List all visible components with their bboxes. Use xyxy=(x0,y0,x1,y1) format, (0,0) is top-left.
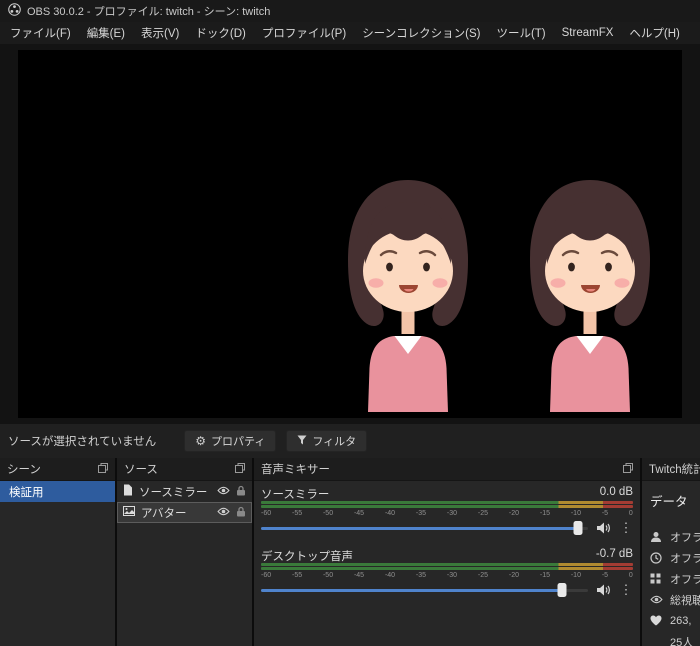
person-icon xyxy=(650,531,663,543)
audio-mixer-dock: 音声ミキサー ソースミラー 0.0 dB -60 -55 -50 -45 -40… xyxy=(254,458,640,646)
volume-slider-handle[interactable] xyxy=(557,583,567,597)
bottom-docks: シーン 検証用 ソース ソースミラー アバター 音声ミキサー ソースミラー 0.… xyxy=(0,458,700,646)
source-control-bar: ソースが選択されていません ⚙ プロパティ フィルタ xyxy=(0,424,700,458)
channel-db-value: 0.0 dB xyxy=(599,486,633,498)
channel-menu-dots-icon[interactable]: ⋮ xyxy=(619,520,633,536)
stat-row-uptime: オフライン xyxy=(650,547,700,568)
volume-slider-handle[interactable] xyxy=(573,521,583,535)
canvas-art xyxy=(346,178,652,414)
menu-item-streamfx[interactable]: StreamFX xyxy=(554,24,622,42)
filters-button-label: フィルタ xyxy=(312,436,357,448)
channel-menu-dots-icon[interactable]: ⋮ xyxy=(619,582,633,598)
program-canvas[interactable] xyxy=(18,50,682,418)
volume-slider[interactable] xyxy=(261,582,588,598)
menu-item-edit[interactable]: 編集(E) xyxy=(79,22,133,44)
scenes-dock: シーン 検証用 xyxy=(0,458,115,646)
speaker-mute-icon[interactable] xyxy=(596,584,611,596)
source-status-text: ソースが選択されていません xyxy=(8,436,157,448)
title-bar: OBS 30.0.2 - プロファイル: twitch - シーン: twitc… xyxy=(0,0,700,22)
channel-name: デスクトップ音声 xyxy=(261,551,353,563)
properties-button[interactable]: ⚙ プロパティ xyxy=(184,430,277,452)
volume-slider[interactable] xyxy=(261,520,588,536)
scene-item-kenshoyo[interactable]: 検証用 xyxy=(0,481,115,502)
heart-icon xyxy=(650,615,663,626)
stat-row-category: オフライン xyxy=(650,568,700,589)
scenes-dock-title: シーン xyxy=(7,464,41,476)
mixer-dock-header[interactable]: 音声ミキサー xyxy=(254,458,640,481)
mixer-body: ソースミラー 0.0 dB -60 -55 -50 -45 -40 -35 -30 -25 -2… xyxy=(254,481,640,604)
twitch-dock-title: Twitch統計情報 xyxy=(649,464,700,476)
twitch-data-label: データ xyxy=(650,495,688,509)
avatar-girl-left[interactable] xyxy=(346,178,470,414)
menu-item-scene-collection[interactable]: シーンコレクション(S) xyxy=(354,22,488,44)
source-row-source-mirror[interactable]: ソースミラー xyxy=(117,481,252,502)
stat-row-total-viewers: 総視聴者数 xyxy=(650,589,700,610)
menu-item-dock[interactable]: ドック(D) xyxy=(187,22,253,44)
mixer-dock-title: 音声ミキサー xyxy=(261,464,330,476)
dock-popout-icon[interactable] xyxy=(623,462,633,476)
document-source-icon xyxy=(123,484,133,499)
menu-item-profile[interactable]: プロファイル(P) xyxy=(254,22,354,44)
source-row-avatar[interactable]: アバター xyxy=(117,502,252,523)
twitch-stats-dock: Twitch統計情報 データ オフライン オフライン xyxy=(642,458,700,646)
lock-icon[interactable] xyxy=(236,485,246,499)
dock-popout-icon[interactable] xyxy=(235,462,245,476)
obs-logo-icon xyxy=(8,3,21,19)
stat-row-broadcast: オフライン xyxy=(650,526,700,547)
avatar-girl-right[interactable] xyxy=(528,178,652,414)
twitch-dock-header[interactable]: Twitch統計情報 xyxy=(642,458,700,481)
lock-icon[interactable] xyxy=(236,506,246,520)
menu-item-help[interactable]: ヘルプ(H) xyxy=(621,22,687,44)
grid-icon xyxy=(650,573,663,584)
menu-item-tools[interactable]: ツール(T) xyxy=(488,22,553,44)
sources-dock-header[interactable]: ソース xyxy=(117,458,252,481)
eye-icon xyxy=(650,595,663,604)
source-label: ソースミラー xyxy=(139,486,208,499)
db-scale: -60 -55 -50 -45 -40 -35 -30 -25 -20 -15 -10 -5 0 xyxy=(261,510,633,517)
volume-meter xyxy=(261,563,633,570)
sources-dock: ソース ソースミラー アバター xyxy=(117,458,252,646)
clock-icon xyxy=(650,551,663,564)
scene-item-label: 検証用 xyxy=(9,486,44,499)
db-scale: -60 -55 -50 -45 -40 -35 -30 -25 -20 -15 -10 -5 0 xyxy=(261,572,633,579)
image-source-icon xyxy=(123,506,135,519)
menu-item-view[interactable]: 表示(V) xyxy=(133,22,187,44)
channel-name: ソースミラー xyxy=(261,489,330,501)
filter-icon xyxy=(297,435,307,448)
preview-area xyxy=(0,44,700,424)
gear-icon: ⚙ xyxy=(195,434,206,448)
twitch-stats-body: データ オフライン オフライン オ xyxy=(642,481,700,646)
menu-bar: ファイル(F) 編集(E) 表示(V) ドック(D) プロファイル(P) シーン… xyxy=(0,22,700,44)
window-title: OBS 30.0.2 - プロファイル: twitch - シーン: twitc… xyxy=(27,6,271,18)
source-label: アバター xyxy=(141,507,187,520)
speaker-mute-icon[interactable] xyxy=(596,522,611,534)
dock-popout-icon[interactable] xyxy=(98,462,108,476)
visibility-eye-icon[interactable] xyxy=(217,486,230,498)
sources-dock-title: ソース xyxy=(124,464,158,476)
filters-button[interactable]: フィルタ xyxy=(286,430,368,452)
stat-row-followers: 263, xyxy=(650,610,700,631)
mixer-channel-source-mirror: ソースミラー 0.0 dB -60 -55 -50 -45 -40 -35 -30 -25 -2… xyxy=(261,486,633,537)
volume-meter xyxy=(261,501,633,508)
scenes-dock-header[interactable]: シーン xyxy=(0,458,115,481)
visibility-eye-icon[interactable] xyxy=(217,507,230,519)
obs-window: OBS 30.0.2 - プロファイル: twitch - シーン: twitc… xyxy=(0,0,700,646)
channel-db-value: -0.7 dB xyxy=(595,548,633,560)
properties-button-label: プロパティ xyxy=(211,436,266,448)
mixer-channel-desktop-audio: デスクトップ音声 -0.7 dB -60 -55 -50 -45 -40 -35 -30 -2… xyxy=(261,548,633,599)
stat-row-count: 25人 xyxy=(670,636,694,646)
menu-item-file[interactable]: ファイル(F) xyxy=(2,22,79,44)
